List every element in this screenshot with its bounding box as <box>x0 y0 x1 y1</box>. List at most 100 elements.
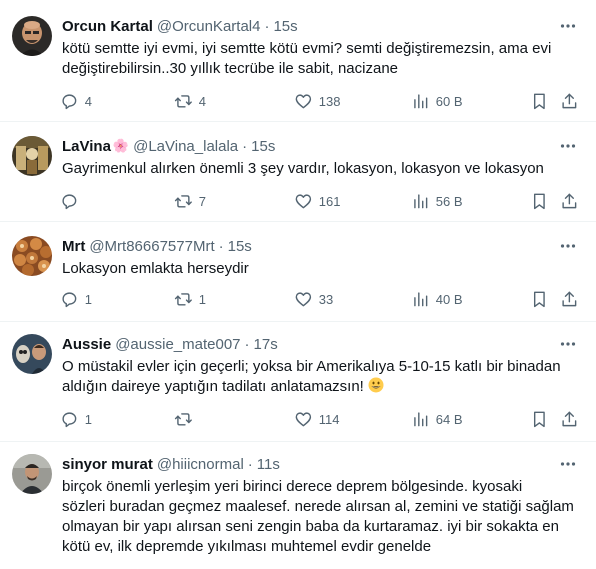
reply-count: 1 <box>84 411 92 427</box>
tweet[interactable]: Aussie @aussie_mate007 · 17s O müstakil … <box>0 322 596 442</box>
author-name[interactable]: Aussie <box>62 336 111 353</box>
like-button[interactable]: 138 <box>294 91 340 111</box>
more-options-icon[interactable] <box>558 16 578 36</box>
heart-icon <box>295 94 312 108</box>
views-button[interactable]: 60 B <box>411 91 463 111</box>
like-count: 161 <box>318 193 341 209</box>
tweet[interactable]: Mrt @Mrt86667577Mrt · 15s Lokasyon emlak… <box>0 222 596 322</box>
like-button[interactable]: 33 <box>294 289 333 309</box>
author-name[interactable]: LaVina <box>62 138 111 155</box>
retweet-button[interactable]: 7 <box>174 191 206 211</box>
timestamp[interactable]: 15s <box>228 238 252 255</box>
flower-emoji: 🌸 <box>112 138 130 153</box>
retweet-icon <box>174 412 192 426</box>
heart-icon <box>295 292 312 306</box>
tweet-actions: 4 4 138 60 B <box>54 91 584 111</box>
heart-icon <box>295 194 312 208</box>
reply-button[interactable]: 1 <box>60 409 92 429</box>
separator-dot: · <box>244 335 250 353</box>
timestamp[interactable]: 17s <box>254 336 278 353</box>
share-button[interactable] <box>560 409 579 429</box>
retweet-count: 7 <box>198 193 206 209</box>
reply-count: 1 <box>84 291 92 307</box>
share-button[interactable] <box>560 91 579 111</box>
bookmark-button[interactable] <box>530 289 549 309</box>
retweet-count: 1 <box>198 291 206 307</box>
author-name[interactable]: Mrt <box>62 238 85 255</box>
avatar[interactable] <box>12 136 52 176</box>
author-handle[interactable]: @aussie_mate007 <box>115 336 240 353</box>
views-icon <box>414 292 428 306</box>
tweet[interactable]: sinyor murat @hiiicnormal · 11s birçok ö… <box>0 442 596 569</box>
tweet-text-line: birçok önemli yerleşim yeri birinci dere… <box>62 478 523 495</box>
tweet[interactable]: Orcun Kartal @OrcunKartal4 · 15s kötü se… <box>0 0 596 122</box>
view-count: 40 B <box>435 291 463 307</box>
reply-icon <box>62 94 77 109</box>
tweet-text-line: kötü ev, ilk depremde yıkılması muhtemel… <box>62 538 432 555</box>
avatar[interactable] <box>12 236 52 276</box>
separator-dot: · <box>264 17 270 35</box>
views-icon <box>414 194 428 208</box>
author-handle[interactable]: @LaVina_lalala <box>133 138 238 155</box>
retweet-icon <box>174 94 192 108</box>
tweet-text: birçok önemli yerleşim yeri birinci dere… <box>62 477 576 557</box>
views-button[interactable]: 56 B <box>411 191 463 211</box>
view-count: 56 B <box>435 193 463 209</box>
share-icon <box>562 411 577 426</box>
more-options-icon[interactable] <box>558 236 578 256</box>
tweet-header: Mrt @Mrt86667577Mrt · 15s <box>62 236 556 256</box>
more-options-icon[interactable] <box>558 136 578 156</box>
bookmark-button[interactable] <box>530 91 549 111</box>
retweet-button[interactable] <box>174 409 199 429</box>
author-handle[interactable]: @OrcunKartal4 <box>157 18 261 35</box>
share-icon <box>562 291 577 306</box>
avatar[interactable] <box>12 454 52 494</box>
timestamp[interactable]: 15s <box>251 138 275 155</box>
author-name[interactable]: Orcun Kartal <box>62 18 153 35</box>
reply-button[interactable] <box>60 191 85 211</box>
tweet-text: O müstakil evler için geçerli; yoksa bir… <box>62 357 576 397</box>
tweet-header: Aussie @aussie_mate007 · 17s <box>62 334 556 354</box>
avatar[interactable] <box>12 16 52 56</box>
separator-dot: · <box>247 455 253 473</box>
share-button[interactable] <box>560 191 579 211</box>
view-count: 64 B <box>435 411 463 427</box>
views-button[interactable]: 40 B <box>411 289 463 309</box>
reply-count: 4 <box>84 93 92 109</box>
author-handle[interactable]: @Mrt86667577Mrt <box>89 238 214 255</box>
tweet-actions: 1 114 64 B <box>54 409 584 429</box>
views-button[interactable]: 64 B <box>411 409 463 429</box>
retweet-button[interactable]: 4 <box>174 91 206 111</box>
bookmark-icon <box>533 411 545 427</box>
more-options-icon[interactable] <box>558 454 578 474</box>
reply-icon <box>62 194 77 209</box>
more-options-icon[interactable] <box>558 334 578 354</box>
tweet-actions: 1 1 33 40 B <box>54 289 584 309</box>
tweet-text-line: kötü semtte iyi evmi, iyi semtte kötü ev… <box>62 40 552 57</box>
like-count: 114 <box>318 411 340 427</box>
author-handle[interactable]: @hiiicnormal <box>157 456 244 473</box>
share-icon <box>562 93 577 108</box>
share-button[interactable] <box>560 289 579 309</box>
like-count: 33 <box>318 291 334 307</box>
separator-dot: · <box>242 137 248 155</box>
tweet-text: Lokasyon emlakta herseydir <box>62 259 576 279</box>
like-button[interactable]: 161 <box>294 191 340 211</box>
bookmark-button[interactable] <box>530 409 549 429</box>
timestamp[interactable]: 15s <box>273 18 297 35</box>
timestamp[interactable]: 11s <box>257 456 280 473</box>
like-button[interactable]: 114 <box>294 409 339 429</box>
reply-button[interactable]: 4 <box>60 91 92 111</box>
tweet-text-line: Gayrimenkul alırken önemli 3 şey vardır,… <box>62 160 544 177</box>
author-name[interactable]: sinyor murat <box>62 456 153 473</box>
tweet[interactable]: LaVina 🌸 @LaVina_lalala · 15s Gayrimenku… <box>0 122 596 222</box>
reply-icon <box>62 292 77 307</box>
reply-button[interactable]: 1 <box>60 289 92 309</box>
view-count: 60 B <box>435 93 463 109</box>
like-count: 138 <box>318 93 341 109</box>
retweet-button[interactable]: 1 <box>174 289 206 309</box>
bookmark-button[interactable] <box>530 191 549 211</box>
retweet-icon <box>174 292 192 306</box>
avatar[interactable] <box>12 334 52 374</box>
tweet-text-line-with-emoji: aldığın daireye yaptığın tadilatı anlata… <box>62 377 576 397</box>
